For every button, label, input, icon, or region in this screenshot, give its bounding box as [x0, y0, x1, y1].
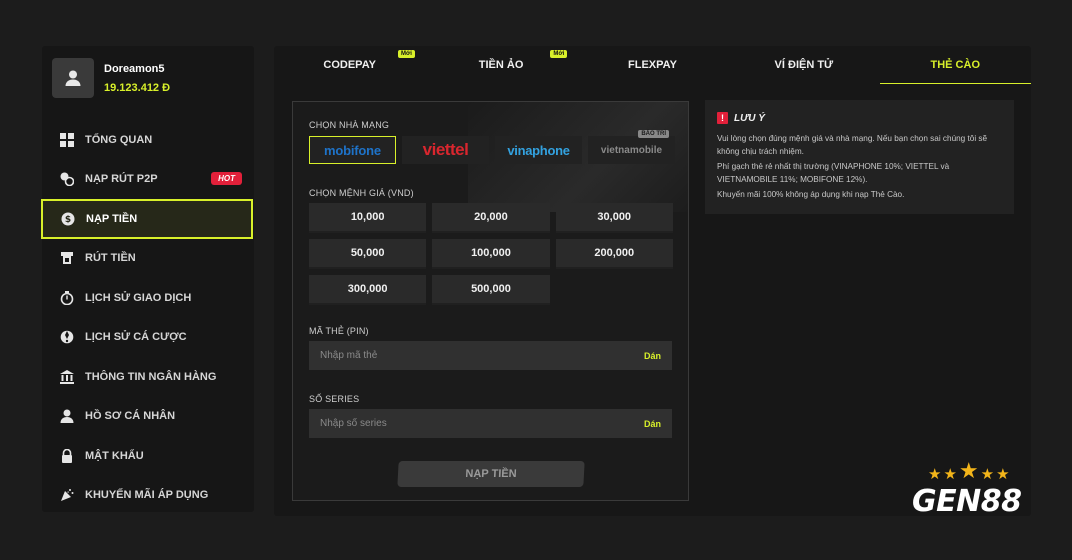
carrier-label: CHỌN NHÀ MẠNG	[309, 120, 390, 130]
deposit-icon: $	[61, 212, 75, 226]
notice-box: ! LƯU Ý Vui lòng chọn đúng mệnh giá và n…	[705, 100, 1014, 214]
sidebar-item-withdraw[interactable]: RÚT TIỀN	[42, 239, 254, 279]
tab-label: THẺ CÀO	[930, 58, 981, 71]
avatar[interactable]	[52, 58, 94, 98]
serial-field-wrapper: Dán	[309, 409, 672, 438]
sidebar-item-label: LỊCH SỬ GIAO DỊCH	[85, 291, 192, 304]
notice-title-text: LƯU Ý	[734, 112, 765, 124]
amount-option[interactable]: 10,000	[309, 203, 427, 233]
sidebar-item-label: KHUYẾN MÃI ÁP DỤNG	[85, 489, 209, 502]
stopwatch-icon	[60, 290, 74, 305]
amount-option[interactable]: 200,000	[555, 239, 673, 269]
sidebar-item-profile[interactable]: HỒ SƠ CÁ NHÂN	[42, 397, 254, 437]
amount-option[interactable]: 300,000	[309, 275, 427, 305]
amount-label: CHỌN MỆNH GIÁ (VND)	[309, 188, 414, 198]
logo-stars: ★ ★ ★ ★ ★	[928, 458, 1010, 483]
amount-option[interactable]: 50,000	[309, 239, 427, 269]
gift-icon	[60, 488, 74, 502]
carrier-options: mobifone viettel vinaphone vietnamobile …	[309, 130, 675, 164]
sidebar-item-overview[interactable]: TỔNG QUAN	[42, 120, 254, 160]
tab-tien-ao[interactable]: TIỀN ẢO Mới	[425, 46, 576, 84]
sidebar-item-transaction-history[interactable]: LỊCH SỬ GIAO DỊCH	[42, 278, 254, 318]
star-icon: ★	[928, 466, 942, 483]
main-panel: CODEPAY Mới TIỀN ẢO Mới FLEXPAY VÍ ĐIỆN …	[274, 46, 1031, 516]
carrier-vietnamobile[interactable]: vietnamobile BẢO TRÌ	[588, 130, 675, 164]
sidebar-item-bet-history[interactable]: LỊCH SỬ CÁ CƯỢC	[42, 318, 254, 358]
card-deposit-form: CHỌN NHÀ MẠNG mobifone viettel vinaphone…	[292, 101, 689, 501]
withdraw-icon	[60, 251, 74, 265]
sidebar-item-label: RÚT TIỀN	[85, 252, 136, 265]
sidebar-item-label: MẬT KHẨU	[85, 449, 144, 462]
amount-option[interactable]: 20,000	[432, 203, 550, 233]
sidebar-item-p2p[interactable]: NẠP RÚT P2P HOT	[42, 160, 254, 200]
notice-line: Vui lòng chọn đúng mệnh giá và nhà mạng.…	[717, 134, 988, 156]
svg-text:$: $	[65, 215, 71, 225]
tab-flexpay[interactable]: FLEXPAY	[577, 46, 728, 84]
sidebar-item-promotions[interactable]: KHUYẾN MÃI ÁP DỤNG	[42, 476, 254, 516]
carrier-viettel[interactable]: viettel	[402, 136, 489, 164]
sidebar-item-label: LỊCH SỬ CÁ CƯỢC	[85, 331, 187, 344]
user-info: Doreamon5 19.123.412 Đ	[52, 58, 252, 104]
brand-logo: ★ ★ ★ ★ ★ GEN88	[912, 460, 1052, 526]
sidebar-item-label: HỒ SƠ CÁ NHÂN	[85, 410, 176, 423]
bank-icon	[60, 369, 74, 384]
tab-label: VÍ ĐIỆN TỬ	[774, 59, 834, 71]
sidebar: Doreamon5 19.123.412 Đ TỔNG QUAN NẠP RÚT…	[41, 46, 254, 516]
tab-the-cao[interactable]: THẺ CÀO	[879, 46, 1031, 84]
paste-serial-button[interactable]: Dán	[644, 419, 661, 429]
payment-tabs: CODEPAY Mới TIỀN ẢO Mới FLEXPAY VÍ ĐIỆN …	[274, 46, 1031, 84]
star-icon: ★	[958, 458, 979, 483]
amount-options: 10,000 20,000 30,000 50,000 100,000 200,…	[309, 203, 673, 305]
lock-icon	[60, 448, 74, 463]
exclamation-icon: !	[717, 112, 728, 124]
sidebar-item-deposit[interactable]: $ NẠP TIỀN	[41, 199, 253, 239]
vinaphone-logo: vinaphone	[507, 142, 570, 158]
carrier-mobifone[interactable]: mobifone	[309, 136, 396, 164]
amount-option[interactable]: 100,000	[432, 239, 550, 269]
brand-wordmark: GEN88	[912, 484, 1022, 519]
serial-label: SỐ SERIES	[309, 394, 360, 404]
pin-input[interactable]	[320, 350, 644, 361]
sidebar-item-label: NẠP TIỀN	[86, 212, 138, 225]
tab-label: CODEPAY	[323, 59, 376, 71]
username: Doreamon5	[104, 63, 165, 75]
sidebar-menu: TỔNG QUAN NẠP RÚT P2P HOT $ NẠP TIỀN RÚT…	[41, 120, 254, 516]
tab-label: TIỀN ẢO	[478, 59, 524, 71]
user-avatar-icon	[65, 70, 81, 86]
grid-icon	[60, 132, 74, 147]
tab-codepay[interactable]: CODEPAY Mới	[274, 46, 425, 84]
sidebar-item-label: NẠP RÚT P2P	[85, 173, 158, 186]
sidebar-item-label: THÔNG TIN NGÂN HÀNG	[85, 370, 217, 383]
viettel-logo: viettel	[422, 140, 469, 159]
new-badge: Mới	[550, 50, 568, 58]
carrier-vinaphone[interactable]: vinaphone	[495, 136, 582, 164]
user-icon	[60, 409, 74, 424]
maintenance-badge: BẢO TRÌ	[638, 130, 669, 138]
pin-label: MÃ THẺ (PIN)	[309, 326, 369, 336]
balance: 19.123.412 Đ	[104, 82, 171, 94]
star-icon: ★	[980, 466, 995, 483]
p2p-coins-icon	[60, 172, 74, 187]
paste-pin-button[interactable]: Dán	[644, 351, 661, 361]
star-icon: ★	[943, 466, 957, 483]
notice-title: ! LƯU Ý	[717, 112, 1002, 124]
hot-badge: HOT	[211, 171, 242, 185]
notice-line: Khuyến mãi 100% không áp dụng khi nạp Th…	[717, 190, 905, 199]
sidebar-item-password[interactable]: MẬT KHẨU	[42, 436, 254, 476]
mobifone-logo: mobifone	[324, 142, 381, 158]
bet-history-icon	[60, 330, 74, 344]
pin-field-wrapper: Dán	[309, 341, 672, 370]
amount-option[interactable]: 500,000	[432, 275, 550, 305]
amount-option[interactable]: 30,000	[555, 203, 673, 233]
tab-vi-dien-tu[interactable]: VÍ ĐIỆN TỬ	[728, 46, 879, 84]
tab-label: FLEXPAY	[628, 59, 677, 71]
new-badge: Mới	[398, 50, 415, 58]
serial-input[interactable]	[320, 418, 644, 429]
star-icon: ★	[996, 466, 1010, 483]
notice-line: Phí gạch thẻ rẻ nhất thị trường (VINAPHO…	[717, 162, 950, 184]
vietnamobile-logo: vietnamobile	[600, 144, 663, 156]
sidebar-item-bank-info[interactable]: THÔNG TIN NGÂN HÀNG	[42, 357, 254, 397]
submit-deposit-button[interactable]: NẠP TIỀN	[397, 461, 585, 487]
sidebar-item-label: TỔNG QUAN	[85, 133, 153, 146]
